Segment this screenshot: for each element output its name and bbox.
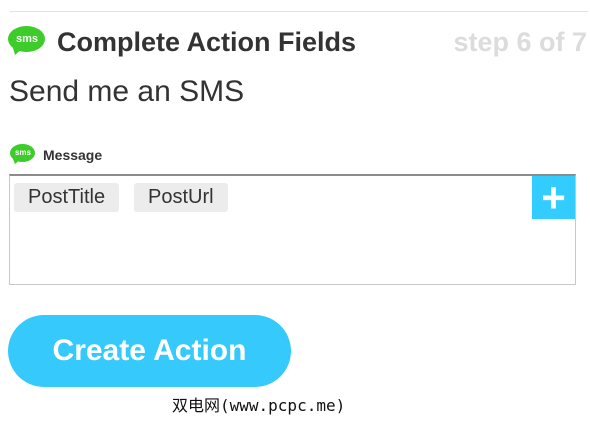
page-title: Complete Action Fields [57, 27, 357, 57]
ingredient-token-posttitle[interactable]: PostTitle [14, 183, 120, 212]
message-field[interactable]: PostTitle PostUrl + [9, 174, 576, 285]
message-field-label: Message [43, 147, 103, 163]
sms-icon: sms [10, 144, 36, 166]
watermark: 双电网(www.pcpc.me) [172, 396, 346, 415]
sms-icon-text: sms [15, 33, 39, 45]
sms-icon-text: sms [14, 148, 31, 157]
ingredient-token-posturl[interactable]: PostUrl [134, 183, 228, 212]
action-name: Send me an SMS [9, 75, 245, 108]
sms-icon: sms [8, 26, 46, 58]
add-ingredient-button[interactable]: + [532, 176, 575, 219]
top-divider [10, 11, 588, 12]
create-action-button[interactable]: Create Action [8, 315, 291, 387]
step-indicator: step 6 of 7 [453, 27, 587, 57]
